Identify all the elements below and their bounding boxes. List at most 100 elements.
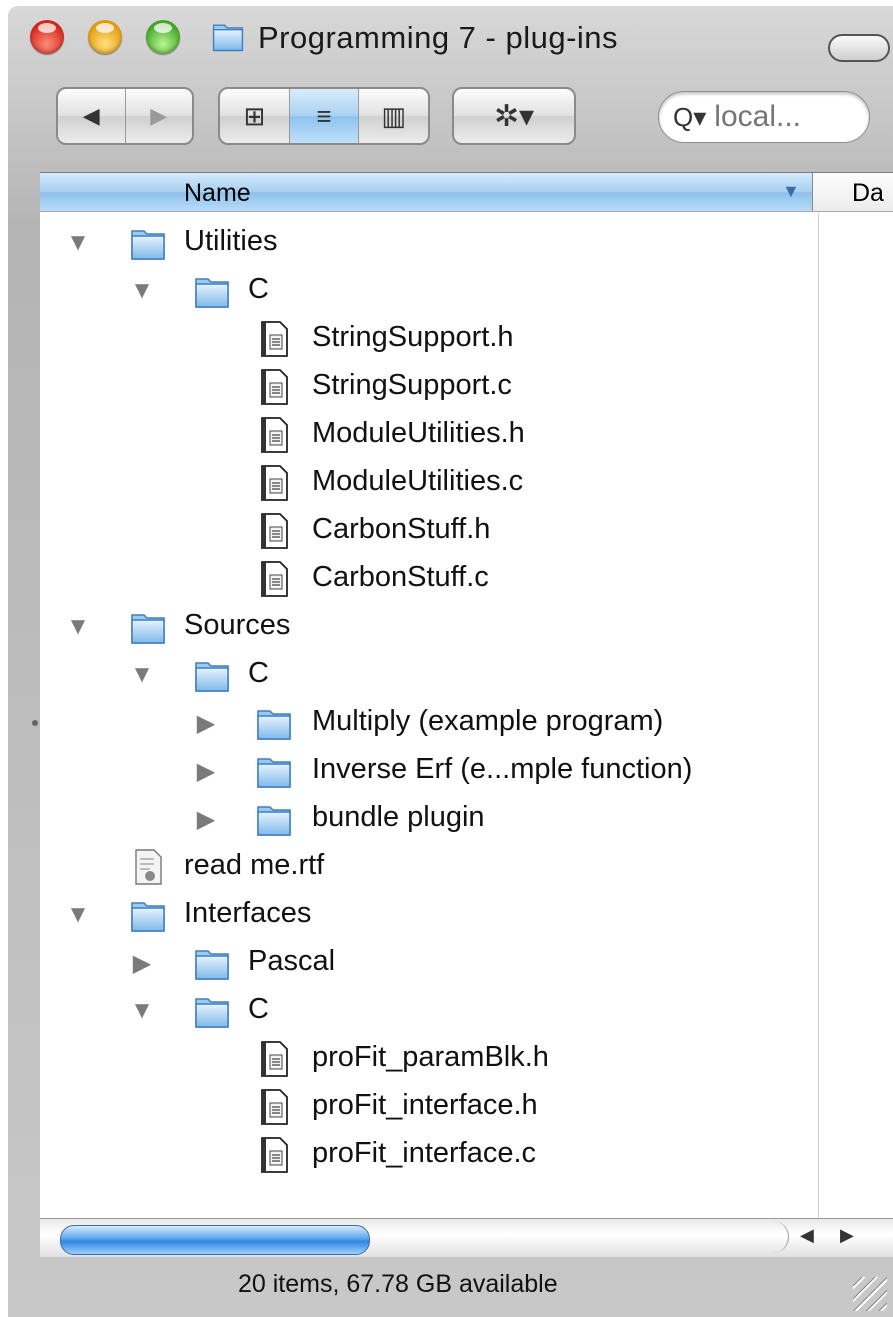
close-button[interactable] xyxy=(30,20,64,54)
disclosure-triangle-icon[interactable]: ▼ xyxy=(66,901,90,929)
list-item[interactable]: ▶ Inverse Erf (e...mple function) xyxy=(40,747,893,795)
source-file-icon xyxy=(254,1087,294,1127)
scroll-right-arrow-icon[interactable]: ▶ xyxy=(840,1225,854,1246)
item-label: proFit_interface.h xyxy=(312,1089,538,1121)
minimize-button[interactable] xyxy=(88,20,122,54)
item-label: read me.rtf xyxy=(184,849,325,881)
list-item[interactable]: ▶ Multiply (example program) xyxy=(40,699,893,747)
search-input[interactable] xyxy=(714,100,855,134)
source-file-icon xyxy=(254,319,294,359)
file-list: Name ▼ Da ▼ Utilities ▼ C StringSupport.… xyxy=(40,172,893,1231)
search-field[interactable]: Q▾ xyxy=(658,91,870,143)
folder-icon xyxy=(128,223,168,263)
scrollbar-thumb[interactable] xyxy=(60,1225,370,1255)
column-header: Name ▼ Da xyxy=(40,173,893,212)
list-item[interactable]: CarbonStuff.h xyxy=(40,507,893,555)
folder-icon xyxy=(192,943,232,983)
item-label: ModuleUtilities.h xyxy=(312,417,525,449)
list-item[interactable]: StringSupport.c xyxy=(40,363,893,411)
sort-descending-icon: ▼ xyxy=(782,181,800,201)
folder-icon xyxy=(192,655,232,695)
grid-icon: ⊞ xyxy=(243,100,266,131)
list-item[interactable]: ▼ Utilities xyxy=(40,219,893,267)
list-item[interactable]: ▼ C xyxy=(40,267,893,315)
title-bar: Programming 7 - plug-ins xyxy=(8,6,893,76)
horizontal-scrollbar[interactable]: ◀ ▶ xyxy=(40,1218,893,1257)
gear-icon: ✲▾ xyxy=(493,99,535,133)
resize-grip-icon[interactable] xyxy=(853,1277,887,1311)
columns-icon: ▥ xyxy=(381,100,406,131)
item-label: C xyxy=(248,657,269,689)
list-item[interactable]: CarbonStuff.c xyxy=(40,555,893,603)
disclosure-triangle-icon[interactable]: ▶ xyxy=(194,757,218,786)
date-column-header[interactable]: Da xyxy=(852,179,884,208)
disclosure-triangle-icon[interactable]: ▼ xyxy=(130,661,154,689)
source-file-icon xyxy=(254,1135,294,1175)
item-label: Inverse Erf (e...mple function) xyxy=(312,753,693,785)
back-button[interactable]: ◀ xyxy=(58,89,125,143)
list-item[interactable]: proFit_paramBlk.h xyxy=(40,1035,893,1083)
item-label: Interfaces xyxy=(184,897,312,929)
list-item[interactable]: StringSupport.h xyxy=(40,315,893,363)
item-label: CarbonStuff.h xyxy=(312,513,491,545)
list-item[interactable]: ModuleUtilities.h xyxy=(40,411,893,459)
list-item[interactable]: proFit_interface.c xyxy=(40,1131,893,1179)
view-mode-control: ⊞ ≡ ▥ xyxy=(218,87,430,145)
forward-arrow-icon: ▶ xyxy=(150,103,168,128)
list-item[interactable]: ▶ bundle plugin xyxy=(40,795,893,843)
disclosure-triangle-icon[interactable]: ▼ xyxy=(130,277,154,305)
list-item[interactable]: proFit_interface.h xyxy=(40,1083,893,1131)
item-label: bundle plugin xyxy=(312,801,485,833)
disclosure-triangle-icon[interactable]: ▶ xyxy=(194,805,218,834)
list-item[interactable]: ▼ Sources xyxy=(40,603,893,651)
source-file-icon xyxy=(254,463,294,503)
list-item[interactable]: ▼ Interfaces xyxy=(40,891,893,939)
zoom-button[interactable] xyxy=(146,20,180,54)
list-item[interactable]: read me.rtf xyxy=(40,843,893,891)
folder-icon xyxy=(192,271,232,311)
source-file-icon xyxy=(254,559,294,599)
name-column-label: Name xyxy=(184,179,251,207)
scroll-left-arrow-icon[interactable]: ◀ xyxy=(800,1225,814,1246)
icon-view-button[interactable]: ⊞ xyxy=(220,89,289,143)
item-label: Pascal xyxy=(248,945,336,977)
disclosure-triangle-icon[interactable]: ▶ xyxy=(194,709,218,738)
item-label: StringSupport.c xyxy=(312,369,512,401)
item-label: ModuleUtilities.c xyxy=(312,465,524,497)
column-view-button[interactable]: ▥ xyxy=(358,89,428,143)
name-column-header[interactable]: Name ▼ xyxy=(40,173,813,211)
finder-window: Programming 7 - plug-ins ◀ ▶ ⊞ ≡ ▥ ✲▾ Q▾… xyxy=(8,6,893,1317)
list-item[interactable]: ModuleUtilities.c xyxy=(40,459,893,507)
list-view-button[interactable]: ≡ xyxy=(288,89,359,143)
disclosure-triangle-icon[interactable]: ▼ xyxy=(66,229,90,257)
item-label: CarbonStuff.c xyxy=(312,561,489,593)
list-item[interactable]: ▼ C xyxy=(40,651,893,699)
item-label: StringSupport.h xyxy=(312,321,514,353)
back-forward-control: ◀ ▶ xyxy=(56,87,194,145)
disclosure-triangle-icon[interactable]: ▶ xyxy=(130,949,154,978)
item-label: proFit_paramBlk.h xyxy=(312,1041,549,1073)
disclosure-triangle-icon[interactable]: ▼ xyxy=(66,613,90,641)
search-icon: Q▾ xyxy=(673,101,707,132)
folder-icon xyxy=(128,895,168,935)
folder-icon xyxy=(254,703,294,743)
list-item[interactable]: ▶ Pascal xyxy=(40,939,893,987)
source-file-icon xyxy=(254,415,294,455)
source-file-icon xyxy=(254,511,294,551)
folder-icon xyxy=(128,607,168,647)
forward-button[interactable]: ▶ xyxy=(124,89,193,143)
toolbar-toggle-button[interactable] xyxy=(828,34,890,62)
item-label: Sources xyxy=(184,609,291,641)
status-text: 20 items, 67.78 GB available xyxy=(238,1270,558,1298)
disclosure-triangle-icon[interactable]: ▼ xyxy=(130,997,154,1025)
list-item[interactable]: ▼ C xyxy=(40,987,893,1035)
window-title: Programming 7 - plug-ins xyxy=(258,20,619,55)
item-label: Multiply (example program) xyxy=(312,705,664,737)
folder-icon xyxy=(192,991,232,1031)
back-arrow-icon: ◀ xyxy=(82,103,100,128)
action-menu-button[interactable]: ✲▾ xyxy=(452,87,576,145)
item-label: proFit_interface.c xyxy=(312,1137,537,1169)
folder-icon xyxy=(254,799,294,839)
item-label: Utilities xyxy=(184,225,278,257)
list-icon: ≡ xyxy=(316,100,332,131)
